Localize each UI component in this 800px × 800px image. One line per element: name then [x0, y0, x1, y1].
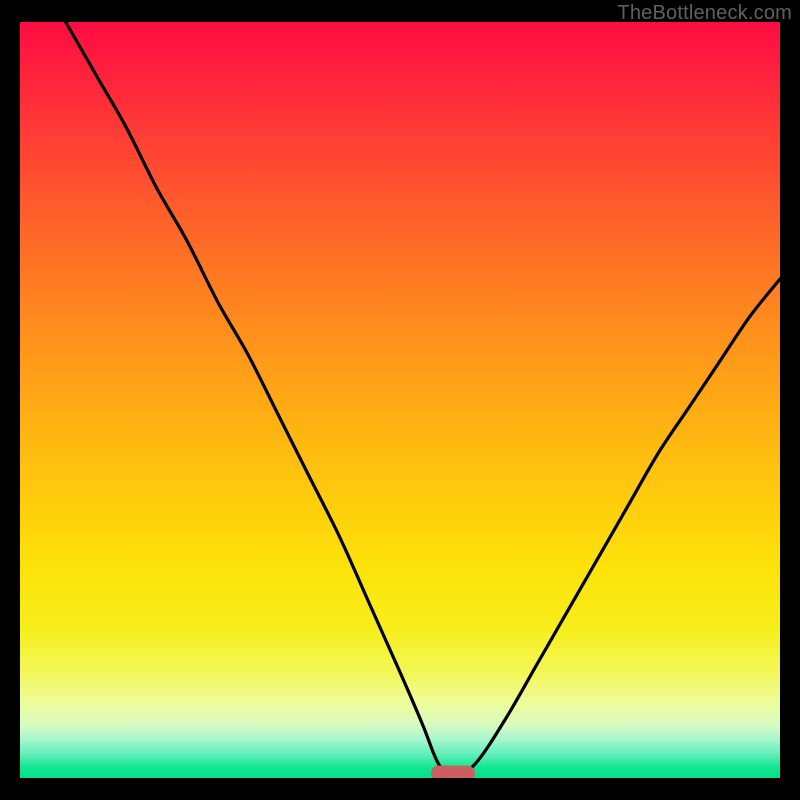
chart-frame: TheBottleneck.com [0, 0, 800, 800]
bottleneck-curve [66, 22, 780, 778]
optimum-marker [431, 766, 475, 778]
watermark-text: TheBottleneck.com [617, 2, 792, 25]
curve-svg [20, 22, 780, 778]
plot-area [20, 22, 780, 778]
